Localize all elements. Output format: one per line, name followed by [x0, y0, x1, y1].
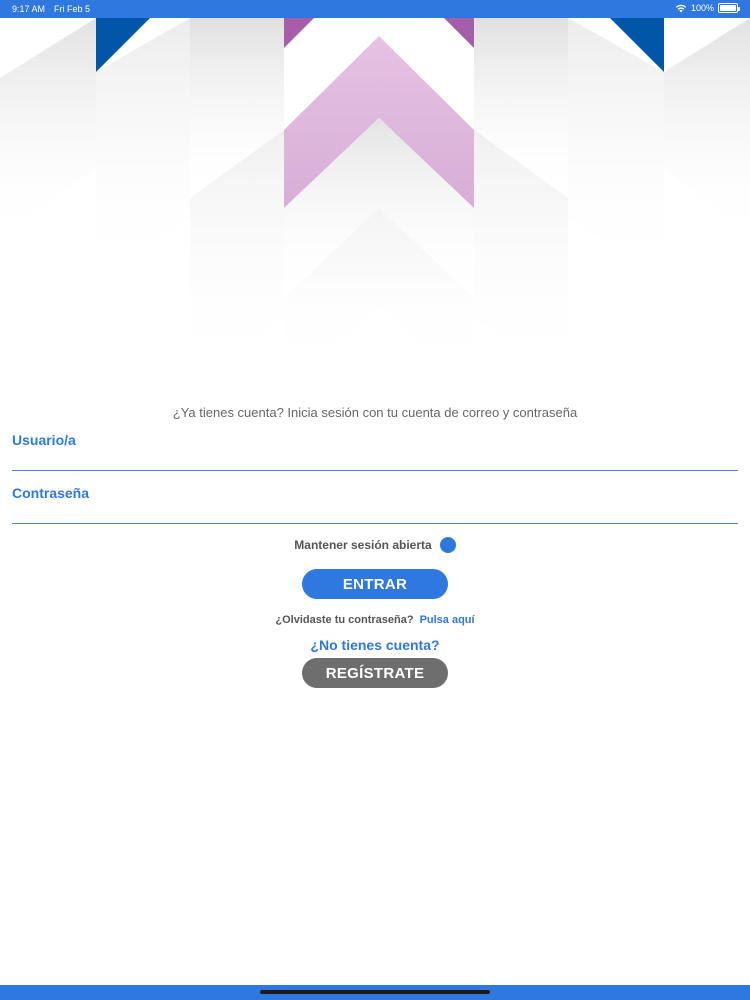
- bottom-bar: [0, 985, 750, 1000]
- status-right: 100%: [675, 3, 740, 13]
- battery-icon: [718, 3, 740, 13]
- register-button[interactable]: REGÍSTRATE: [302, 658, 448, 688]
- no-account-link[interactable]: ¿No tienes cuenta?: [0, 637, 750, 653]
- password-label: Contraseña: [12, 485, 90, 501]
- forgot-password-link[interactable]: Pulsa aquí: [420, 614, 475, 626]
- keep-session-label: Mantener sesión abierta: [294, 538, 432, 552]
- username-label: Usuario/a: [12, 432, 76, 448]
- forgot-password-row: ¿Olvidaste tu contraseña? Pulsa aquí: [0, 614, 750, 626]
- status-time: 9:17 AM: [12, 4, 46, 14]
- keep-session-radio[interactable]: [439, 537, 456, 553]
- status-bar: 9:17 AM Fri Feb 5 100%: [0, 0, 750, 18]
- login-intro-text: ¿Ya tienes cuenta? Inicia sesión con tu …: [172, 405, 578, 420]
- keep-session-row: Mantener sesión abierta: [0, 537, 750, 553]
- username-input[interactable]: [12, 447, 738, 471]
- status-date: Fri Feb 5: [54, 4, 91, 14]
- forgot-password-text: ¿Olvidaste tu contraseña?: [275, 614, 414, 626]
- hero-graphic: [0, 18, 750, 390]
- home-indicator[interactable]: [260, 990, 490, 994]
- wifi-icon: [675, 4, 687, 13]
- password-input[interactable]: [12, 500, 738, 524]
- enter-button[interactable]: ENTRAR: [302, 569, 448, 599]
- battery-percent: 100%: [690, 3, 714, 13]
